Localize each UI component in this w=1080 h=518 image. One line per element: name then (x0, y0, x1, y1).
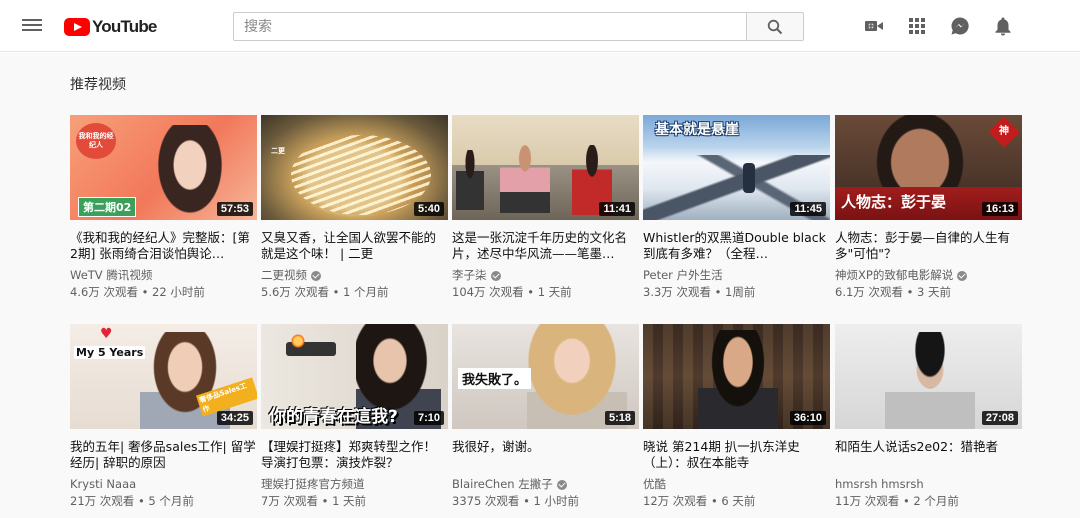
verified-icon (311, 270, 321, 281)
channel-label: 二更视频 (261, 268, 307, 282)
verified-icon (556, 479, 567, 490)
video-title[interactable]: 晓说 第214期 扒一扒东洋史（上）：叔在本能寺 (643, 439, 830, 471)
channel-name[interactable]: 二更视频 (261, 268, 448, 283)
video-thumbnail[interactable]: 你的青春在這我? 7:10 (261, 324, 448, 429)
video-title[interactable]: 【理娱打挺疼】郑爽转型之作！导演打包票：演技炸裂？ (261, 439, 448, 471)
video-meta: 12万 次观看 • 6 天前 (643, 494, 756, 508)
video-title[interactable]: 我的五年| 奢侈品sales工作| 留学经历| 辞职的原因 (70, 439, 257, 471)
video-thumbnail[interactable]: 27:08 (835, 324, 1022, 429)
video-title[interactable]: 这是一张沉淀千年历史的文化名片，述尽中华风流——笔墨… (452, 230, 639, 262)
notifications-bell-icon[interactable] (993, 16, 1013, 36)
video-duration: 7:10 (413, 411, 444, 425)
video-duration: 34:25 (216, 411, 253, 425)
search-icon (767, 19, 783, 34)
thumbnail-caption: 基本就是悬崖 (655, 122, 739, 138)
video-meta: 21万 次观看 • 5 个月前 (70, 494, 194, 508)
video-thumbnail[interactable]: 人物志：彭于晏 神 16:13 (835, 115, 1022, 220)
channel-name[interactable]: WeTV 腾讯视频 (70, 268, 257, 283)
video-duration: 36:10 (789, 411, 826, 425)
video-duration: 11:45 (790, 202, 826, 216)
video-card[interactable]: 11:41 这是一张沉淀千年历史的文化名片，述尽中华风流——笔墨… 李子柒 10… (452, 115, 639, 300)
video-duration: 27:08 (981, 411, 1018, 425)
video-card[interactable]: 27:08 和陌生人说话s2e02：猎艳者 hmsrsh hmsrsh 11万 … (835, 324, 1022, 509)
verified-icon (490, 270, 501, 281)
badge-text: 神 (999, 126, 1009, 137)
video-duration: 5:40 (413, 202, 444, 216)
video-title[interactable]: 我很好，谢谢。 (452, 439, 639, 471)
video-card[interactable]: 你的青春在這我? 7:10 【理娱打挺疼】郑爽转型之作！导演打包票：演技炸裂？ … (261, 324, 448, 509)
apps-grid-icon[interactable] (907, 16, 927, 36)
channel-name[interactable]: 李子柒 (452, 268, 639, 283)
channel-name[interactable]: 神烦XP的致郁电影解说 (835, 268, 1022, 283)
video-duration: 16:13 (981, 202, 1018, 216)
thumbnail-caption: 第二期02 (78, 197, 137, 217)
video-thumbnail[interactable]: 我失敗了。 5:18 (452, 324, 639, 429)
verified-icon (957, 270, 968, 281)
video-meta: 11万 次观看 • 2 个月前 (835, 494, 959, 508)
channel-label: BlaireChen 左撇子 (452, 477, 553, 491)
video-card[interactable]: ♥ My 5 Years 奢侈品Sales工作 34:25 我的五年| 奢侈品s… (70, 324, 257, 509)
video-card[interactable]: 我和我的经纪人 第二期02 57:53 《我和我的经纪人》完整版：[第2期] 张… (70, 115, 257, 300)
search-box (233, 12, 747, 41)
section-title: 推荐视频 (70, 77, 126, 93)
video-title[interactable]: 和陌生人说话s2e02：猎艳者 (835, 439, 1022, 471)
search-button[interactable] (746, 12, 804, 41)
video-thumbnail[interactable]: ♥ My 5 Years 奢侈品Sales工作 34:25 (70, 324, 257, 429)
thumbnail-caption: 人物志：彭于晏 (841, 193, 947, 211)
menu-icon[interactable] (20, 15, 44, 37)
channel-name[interactable]: 理娱打挺疼官方频道 (261, 477, 448, 492)
video-thumbnail[interactable]: 36:10 (643, 324, 830, 429)
channel-label: Krysti Naaa (70, 477, 137, 491)
video-meta: 104万 次观看 • 1 天前 (452, 285, 572, 299)
channel-name[interactable]: BlaireChen 左撇子 (452, 477, 639, 492)
video-card[interactable]: 基本就是悬崖 11:45 Whistler的双黑道Double black 到底… (643, 115, 830, 300)
channel-label: 优酷 (643, 477, 666, 491)
channel-name[interactable]: Krysti Naaa (70, 477, 257, 492)
video-meta: 5.6万 次观看 • 1 个月前 (261, 285, 389, 299)
create-video-icon[interactable] (864, 16, 884, 36)
channel-label: 理娱打挺疼官方频道 (261, 477, 365, 491)
video-title[interactable]: Whistler的双黑道Double black 到底有多难？（全程… (643, 230, 830, 262)
video-duration: 5:18 (604, 411, 635, 425)
video-meta: 4.6万 次观看 • 22 小时前 (70, 285, 205, 299)
thumbnail-caption: My 5 Years (74, 346, 146, 359)
youtube-logo[interactable]: YouTube (64, 16, 157, 38)
channel-label: 李子柒 (452, 268, 487, 282)
video-title[interactable]: 人物志：彭于晏—自律的人生有多"可怕"？ (835, 230, 1022, 262)
video-thumbnail[interactable]: 11:41 (452, 115, 639, 220)
video-card[interactable]: 我失敗了。 5:18 我很好，谢谢。 BlaireChen 左撇子 3375 次… (452, 324, 639, 509)
channel-name[interactable]: Peter 户外生活 (643, 268, 830, 283)
video-meta: 3375 次观看 • 1 小时前 (452, 494, 579, 508)
thumbnail-caption: 我失敗了。 (458, 368, 532, 389)
video-title[interactable]: 又臭又香，让全国人欲罢不能的就是这个味！ | 二更 (261, 230, 448, 262)
thumbnail-caption: 你的青春在這我? (269, 407, 398, 427)
channel-name[interactable]: 优酷 (643, 477, 830, 492)
channel-label: WeTV 腾讯视频 (70, 268, 153, 282)
thumbnail-badge: 二更 (271, 147, 285, 155)
youtube-logo-icon (64, 18, 90, 36)
thumbnail-badge: 我和我的经纪人 (76, 123, 116, 159)
heart-icon: ♥ (100, 326, 113, 342)
video-meta: 6.1万 次观看 • 3 天前 (835, 285, 952, 299)
channel-label: Peter 户外生活 (643, 268, 723, 282)
channel-label: hmsrsh hmsrsh (835, 477, 924, 491)
browse-page: 推荐视频 我和我的经纪人 第二期02 57:53 《我和我的经纪人》完整版：[第… (0, 53, 1080, 518)
video-duration: 57:53 (216, 202, 253, 216)
search-input[interactable] (234, 13, 747, 40)
video-thumbnail[interactable]: 基本就是悬崖 11:45 (643, 115, 830, 220)
video-thumbnail[interactable]: 我和我的经纪人 第二期02 57:53 (70, 115, 257, 220)
channel-label: 神烦XP的致郁电影解说 (835, 268, 954, 282)
messages-icon[interactable] (950, 16, 970, 36)
video-duration: 11:41 (599, 202, 635, 216)
masthead: YouTube (0, 0, 1080, 52)
video-card[interactable]: 人物志：彭于晏 神 16:13 人物志：彭于晏—自律的人生有多"可怕"？ 神烦X… (835, 115, 1022, 300)
video-thumbnail[interactable]: 二更 5:40 (261, 115, 448, 220)
video-meta: 7万 次观看 • 1 天前 (261, 494, 367, 508)
video-card[interactable]: 36:10 晓说 第214期 扒一扒东洋史（上）：叔在本能寺 优酷 12万 次观… (643, 324, 830, 509)
video-card[interactable]: 二更 5:40 又臭又香，让全国人欲罢不能的就是这个味！ | 二更 二更视频 5… (261, 115, 448, 300)
video-title[interactable]: 《我和我的经纪人》完整版：[第2期] 张雨绮合泪谈怕舆论… (70, 230, 257, 262)
video-meta: 3.3万 次观看 • 1周前 (643, 285, 756, 299)
channel-name[interactable]: hmsrsh hmsrsh (835, 477, 1022, 492)
logo-text: YouTube (92, 17, 157, 36)
